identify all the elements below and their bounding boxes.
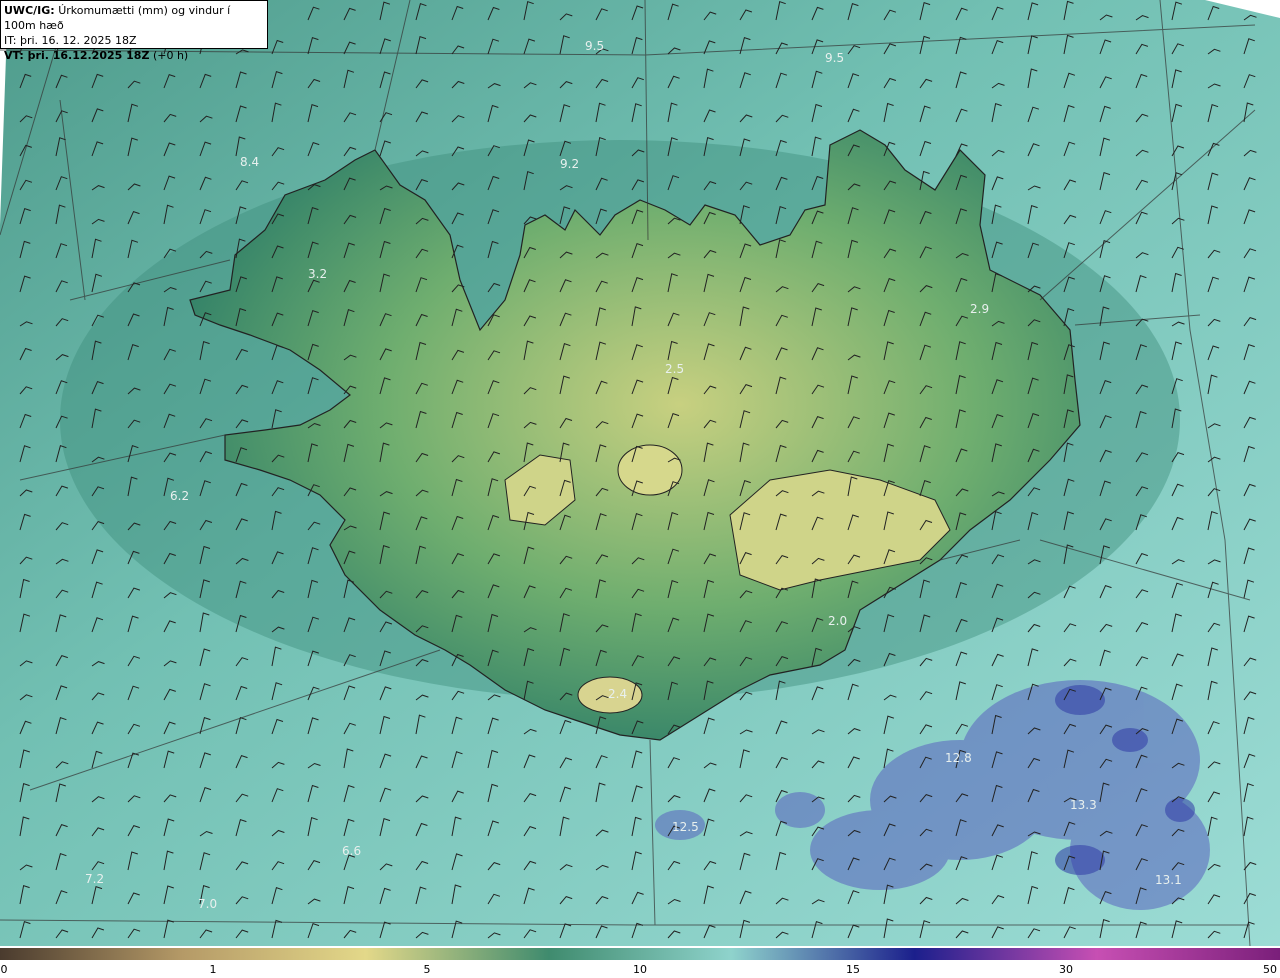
- glacier-hofsjokull: [617, 444, 683, 496]
- title-line: UWC/IG: Úrkomumætti (mm) og vindur í 100…: [4, 3, 264, 33]
- value-label: 6.2: [170, 489, 189, 503]
- model-label: UWC/IG:: [4, 4, 55, 17]
- init-time: IT: þri. 16. 12. 2025 18Z: [4, 34, 137, 47]
- colorbar-gradient: [0, 948, 1280, 960]
- colorbar-tick: 15: [846, 963, 860, 976]
- value-label: 6.6: [342, 844, 361, 858]
- colorbar-tick: 30: [1059, 963, 1073, 976]
- value-label: 2.4: [608, 687, 627, 701]
- colorbar-tick: 10: [633, 963, 647, 976]
- valid-time: VT: þri. 16.12.2025 18Z: [4, 49, 150, 62]
- value-label: 7.2: [85, 872, 104, 886]
- value-label: 2.5: [665, 362, 684, 376]
- colorbar-tick: 5: [423, 963, 431, 976]
- value-label: 13.3: [1070, 798, 1097, 812]
- value-label: 13.1: [1155, 873, 1182, 887]
- colorbar-tick: 50: [1263, 963, 1277, 976]
- value-label: 9.5: [825, 51, 844, 65]
- map-header: UWC/IG: Úrkomumætti (mm) og vindur í 100…: [0, 0, 268, 62]
- colorbar-tick: 0: [0, 963, 8, 976]
- colorbar-legend: 0 1 5 10 15 30 50: [0, 946, 1280, 978]
- value-label: 3.2: [308, 267, 327, 281]
- valid-time-line: VT: þri. 16.12.2025 18Z (+0 h): [4, 48, 264, 63]
- value-label: 9.5: [585, 39, 604, 53]
- value-label: 9.2: [560, 157, 579, 171]
- lead-time: (+0 h): [152, 49, 189, 62]
- precipitation-map: 9.5 9.5 8.4 9.2 3.2 2.9 2.5 6.2 2.0 2.4 …: [0, 0, 1280, 946]
- colorbar-tick: 1: [209, 963, 217, 976]
- value-label: 8.4: [240, 155, 259, 169]
- value-label: 7.0: [198, 897, 217, 911]
- value-label: 12.5: [672, 820, 699, 834]
- value-label: 2.0: [828, 614, 847, 628]
- value-label: 12.8: [945, 751, 972, 765]
- value-label: 2.9: [970, 302, 989, 316]
- weather-map-view: 9.5 9.5 8.4 9.2 3.2 2.9 2.5 6.2 2.0 2.4 …: [0, 0, 1280, 978]
